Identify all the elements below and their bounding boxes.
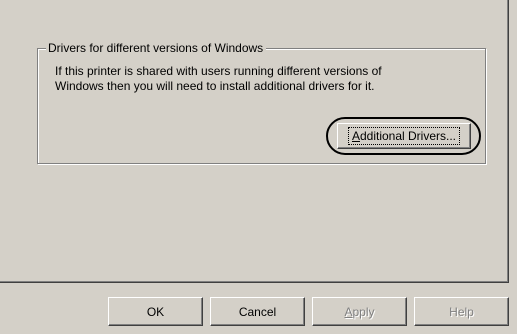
ok-button[interactable]: OK	[108, 297, 203, 326]
additional-drivers-label: dditional Drivers...	[359, 129, 457, 143]
apply-mnemonic-letter: A	[344, 304, 353, 319]
mnemonic-letter: A	[351, 129, 360, 143]
apply-button[interactable]: Apply	[312, 297, 407, 326]
ok-label: OK	[146, 304, 165, 319]
drivers-description: If this printer is shared with users run…	[55, 64, 382, 93]
drivers-groupbox-title: Drivers for different versions of Window…	[46, 39, 267, 57]
cancel-label: Cancel	[238, 304, 277, 319]
focus-rectangle: Additional Drivers...	[347, 127, 461, 145]
cancel-button[interactable]: Cancel	[210, 297, 305, 326]
apply-label: pply	[352, 304, 375, 319]
help-label: Help	[449, 304, 474, 319]
additional-drivers-button[interactable]: Additional Drivers...	[337, 123, 471, 149]
help-button[interactable]: Help	[414, 297, 509, 326]
